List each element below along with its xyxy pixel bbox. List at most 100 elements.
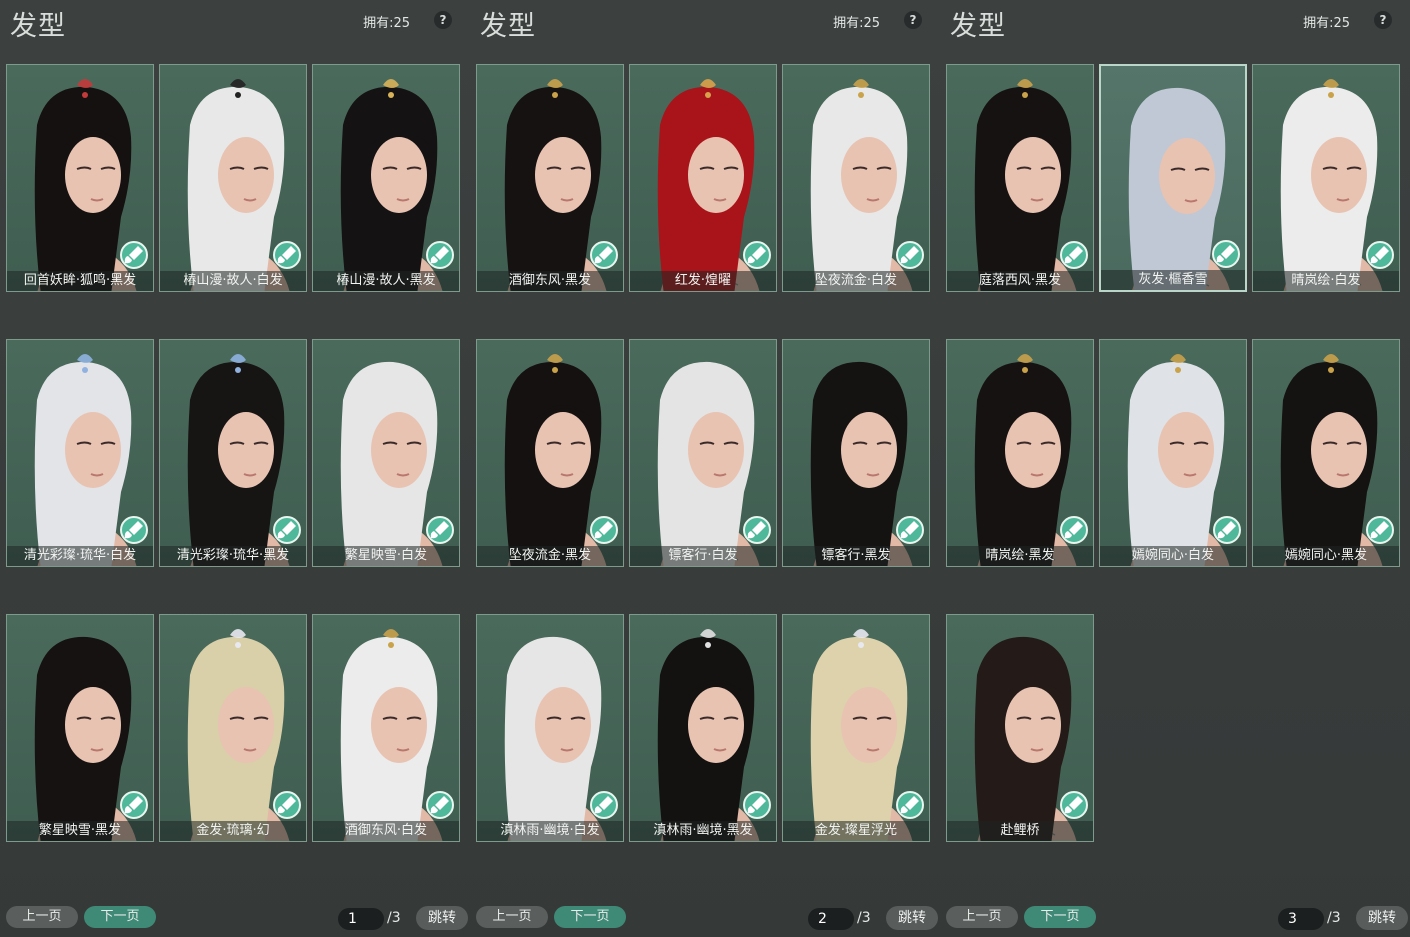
dye-brush-icon[interactable]	[273, 241, 301, 269]
hairstyle-name: 清光彩璨·琉华·黑发	[160, 546, 306, 566]
jump-button[interactable]: 跳转	[886, 906, 938, 930]
dye-brush-icon[interactable]	[896, 791, 924, 819]
hairstyle-card[interactable]: 清光彩璨·琉华·白发	[6, 339, 154, 567]
hairstyle-card[interactable]: 滇林雨·幽境·黑发	[629, 614, 777, 842]
page-number-input[interactable]: 3	[1278, 908, 1324, 930]
hairstyle-name: 赴鲤桥	[947, 821, 1093, 841]
hairstyle-card[interactable]: 镖客行·白发	[629, 339, 777, 567]
dye-brush-icon[interactable]	[426, 241, 454, 269]
hairstyle-panel-3: 发型 拥有:25? 庭落西风·黑发 灰发·樞香雪 晴岚绘·白发 晴岚绘·黑发 嫣…	[940, 0, 1410, 937]
hairstyle-card[interactable]: 灰发·樞香雪	[1099, 64, 1247, 292]
dye-brush-icon[interactable]	[426, 516, 454, 544]
hairstyle-name: 滇林雨·幽境·黑发	[630, 821, 776, 841]
prev-page-button[interactable]: 上一页	[946, 906, 1018, 928]
next-page-button[interactable]: 下一页	[84, 906, 156, 928]
hairstyle-card[interactable]: 繁星映雪·白发	[312, 339, 460, 567]
hairstyle-panel-1: 发型 拥有:25? 回首妖眸·狐鸣·黑发 椿山漫·故人·白发 椿山漫·故人·黑发…	[0, 0, 470, 937]
hairstyle-name: 椿山漫·故人·白发	[160, 271, 306, 291]
hairstyle-name: 晴岚绘·白发	[1253, 271, 1399, 291]
dye-brush-icon[interactable]	[590, 791, 618, 819]
dye-brush-icon[interactable]	[1060, 791, 1088, 819]
hairstyle-card[interactable]: 椿山漫·故人·白发	[159, 64, 307, 292]
dye-brush-icon[interactable]	[1060, 241, 1088, 269]
next-page-button[interactable]: 下一页	[1024, 906, 1096, 928]
panel-title: 发型	[10, 11, 66, 42]
page-number-input[interactable]: 2	[808, 908, 854, 930]
hairstyle-card[interactable]: 金发·璨星浮光	[782, 614, 930, 842]
dye-brush-icon[interactable]	[1366, 241, 1394, 269]
dye-brush-icon[interactable]	[426, 791, 454, 819]
dye-brush-icon[interactable]	[273, 791, 301, 819]
hairstyle-panel-2: 发型 拥有:25? 酒御东风·黑发 红发·煌曜 坠夜流金·白发 坠夜流金·黑发 …	[470, 0, 940, 937]
dye-brush-icon[interactable]	[120, 241, 148, 269]
dye-brush-icon[interactable]	[743, 791, 771, 819]
dye-brush-icon[interactable]	[1212, 240, 1240, 268]
dye-brush-icon[interactable]	[896, 241, 924, 269]
hairstyle-card[interactable]: 椿山漫·故人·黑发	[312, 64, 460, 292]
help-button[interactable]: ?	[434, 11, 452, 29]
hairstyle-name: 繁星映雪·黑发	[7, 821, 153, 841]
hairstyle-card[interactable]: 赴鲤桥	[946, 614, 1094, 842]
hairstyle-card[interactable]: 红发·煌曜	[629, 64, 777, 292]
hairstyle-card[interactable]: 坠夜流金·白发	[782, 64, 930, 292]
dye-brush-icon[interactable]	[1213, 516, 1241, 544]
hairstyle-card[interactable]: 庭落西风·黑发	[946, 64, 1094, 292]
dye-brush-icon[interactable]	[120, 791, 148, 819]
hairstyle-card[interactable]: 繁星映雪·黑发	[6, 614, 154, 842]
hairstyle-card[interactable]: 回首妖眸·狐鸣·黑发	[6, 64, 154, 292]
hairstyle-name: 椿山漫·故人·黑发	[313, 271, 459, 291]
dye-brush-icon[interactable]	[590, 516, 618, 544]
hairstyle-card[interactable]: 滇林雨·幽境·白发	[476, 614, 624, 842]
prev-page-button[interactable]: 上一页	[6, 906, 78, 928]
hairstyle-name: 繁星映雪·白发	[313, 546, 459, 566]
hairstyle-name: 红发·煌曜	[630, 271, 776, 291]
dye-brush-icon[interactable]	[273, 516, 301, 544]
prev-page-button[interactable]: 上一页	[476, 906, 548, 928]
hairstyle-name: 坠夜流金·白发	[783, 271, 929, 291]
page-total: /3	[387, 910, 401, 926]
hairstyle-card[interactable]: 嫣婉同心·黑发	[1252, 339, 1400, 567]
panel-title: 发型	[480, 11, 536, 42]
hairstyle-name: 坠夜流金·黑发	[477, 546, 623, 566]
page-total: /3	[1327, 910, 1341, 926]
hairstyle-card[interactable]: 清光彩璨·琉华·黑发	[159, 339, 307, 567]
dye-brush-icon[interactable]	[743, 516, 771, 544]
dye-brush-icon[interactable]	[590, 241, 618, 269]
dye-brush-icon[interactable]	[1366, 516, 1394, 544]
hairstyle-card[interactable]: 酒御东风·白发	[312, 614, 460, 842]
dye-brush-icon[interactable]	[120, 516, 148, 544]
hairstyle-name: 镖客行·白发	[630, 546, 776, 566]
hairstyle-name: 酒御东风·白发	[313, 821, 459, 841]
hairstyle-name: 晴岚绘·黑发	[947, 546, 1093, 566]
next-page-button[interactable]: 下一页	[554, 906, 626, 928]
page-number-input[interactable]: 1	[338, 908, 384, 930]
hairstyle-card[interactable]: 酒御东风·黑发	[476, 64, 624, 292]
hairstyle-card[interactable]: 坠夜流金·黑发	[476, 339, 624, 567]
owned-count: 拥有:25	[363, 16, 410, 31]
hairstyle-name: 金发·琉璃·幻	[160, 821, 306, 841]
dye-brush-icon[interactable]	[896, 516, 924, 544]
owned-count: 拥有:25	[833, 16, 880, 31]
hairstyle-card[interactable]: 镖客行·黑发	[782, 339, 930, 567]
dye-brush-icon[interactable]	[1060, 516, 1088, 544]
page-total: /3	[857, 910, 871, 926]
owned-count: 拥有:25	[1303, 16, 1350, 31]
hairstyle-card[interactable]: 金发·琉璃·幻	[159, 614, 307, 842]
hairstyle-name: 镖客行·黑发	[783, 546, 929, 566]
jump-button[interactable]: 跳转	[416, 906, 468, 930]
hairstyle-name: 清光彩璨·琉华·白发	[7, 546, 153, 566]
hairstyle-name: 嫣婉同心·白发	[1100, 546, 1246, 566]
hairstyle-name: 嫣婉同心·黑发	[1253, 546, 1399, 566]
hairstyle-card[interactable]: 晴岚绘·黑发	[946, 339, 1094, 567]
hairstyle-name: 滇林雨·幽境·白发	[477, 821, 623, 841]
dye-brush-icon[interactable]	[743, 241, 771, 269]
panel-title: 发型	[950, 11, 1006, 42]
help-button[interactable]: ?	[904, 11, 922, 29]
hairstyle-name: 回首妖眸·狐鸣·黑发	[7, 271, 153, 291]
help-button[interactable]: ?	[1374, 11, 1392, 29]
hairstyle-card[interactable]: 嫣婉同心·白发	[1099, 339, 1247, 567]
hairstyle-card[interactable]: 晴岚绘·白发	[1252, 64, 1400, 292]
jump-button[interactable]: 跳转	[1356, 906, 1408, 930]
hairstyle-name: 酒御东风·黑发	[477, 271, 623, 291]
hairstyle-name: 金发·璨星浮光	[783, 821, 929, 841]
